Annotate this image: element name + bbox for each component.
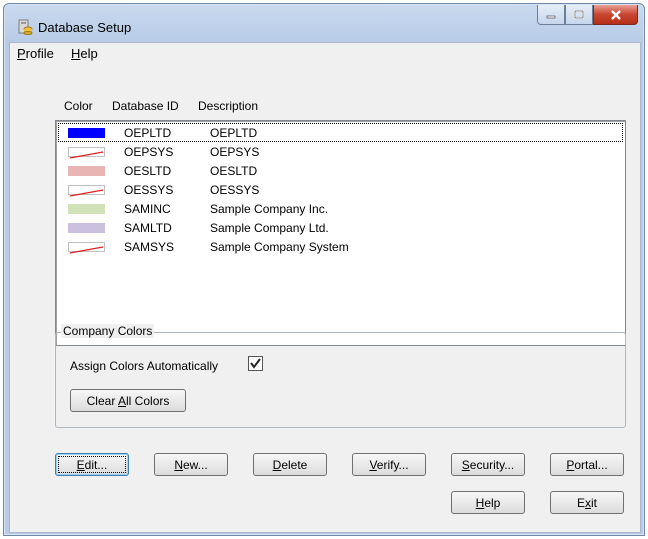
- delete-button[interactable]: Delete: [253, 453, 327, 476]
- list-item[interactable]: SAMSYS Sample Company System: [58, 237, 623, 256]
- no-color-slash-icon: [69, 189, 104, 197]
- description-cell: OESLTD: [210, 164, 258, 178]
- list-item[interactable]: OEPSYS OEPSYS: [58, 142, 623, 161]
- close-button[interactable]: [593, 5, 638, 25]
- security-button[interactable]: Security...: [451, 453, 525, 476]
- column-header-color: Color: [64, 99, 93, 113]
- help-button[interactable]: Help: [451, 491, 525, 514]
- no-color-swatch: [68, 147, 105, 159]
- exit-button[interactable]: Exit: [550, 491, 624, 514]
- title-bar[interactable]: Database Setup: [4, 4, 644, 41]
- description-cell: Sample Company Ltd.: [210, 221, 329, 235]
- list-item[interactable]: OESLTD OESLTD: [58, 161, 623, 180]
- database-list[interactable]: OEPLTD OEPLTD OEPSYS OEPSYS OESLTD OESLTD OESS…: [55, 120, 626, 346]
- window-title: Database Setup: [38, 20, 132, 35]
- focus-indicator: [58, 456, 126, 473]
- menu-bar: Profile Help: [10, 43, 640, 63]
- database-icon: [18, 19, 33, 35]
- portal-button[interactable]: Portal...: [550, 453, 624, 476]
- checkmark-icon: [250, 358, 261, 369]
- column-header-database-id: Database ID: [112, 99, 179, 113]
- menu-profile[interactable]: Profile: [17, 46, 54, 61]
- list-item[interactable]: OESSYS OESSYS: [58, 180, 623, 199]
- minimize-button[interactable]: [537, 5, 565, 25]
- database-id-cell: SAMLTD: [124, 221, 172, 235]
- color-swatch: [68, 204, 105, 214]
- list-item[interactable]: OEPLTD OEPLTD: [58, 123, 623, 142]
- database-id-cell: SAMINC: [124, 202, 171, 216]
- color-swatch: [68, 166, 105, 176]
- color-swatch: [68, 128, 105, 138]
- database-setup-window: Database Setup Profile Help Color Databa…: [3, 3, 645, 536]
- color-swatch: [68, 223, 105, 233]
- list-item[interactable]: SAMLTD Sample Company Ltd.: [58, 218, 623, 237]
- maximize-icon: [574, 9, 584, 19]
- menu-help[interactable]: Help: [71, 46, 98, 61]
- list-item[interactable]: SAMINC Sample Company Inc.: [58, 199, 623, 218]
- description-cell: Sample Company System: [210, 240, 349, 254]
- column-header-description: Description: [198, 99, 259, 113]
- new-button[interactable]: New...: [154, 453, 228, 476]
- clear-all-colors-button[interactable]: Clear All Colors: [70, 389, 186, 412]
- no-color-swatch: [68, 185, 105, 197]
- description-cell: OEPSYS: [210, 145, 260, 159]
- no-color-slash-icon: [69, 246, 104, 254]
- assign-colors-label: Assign Colors Automatically: [70, 359, 219, 373]
- verify-button[interactable]: Verify...: [352, 453, 426, 476]
- client-area: Profile Help Color Database ID Descripti…: [9, 42, 641, 533]
- database-id-cell: OESLTD: [124, 164, 172, 178]
- edit-button[interactable]: Edit...: [55, 453, 129, 476]
- assign-colors-checkbox[interactable]: [248, 356, 263, 371]
- description-cell: OESSYS: [210, 183, 260, 197]
- minimize-icon: [546, 15, 556, 18]
- database-id-cell: OEPSYS: [124, 145, 174, 159]
- database-id-cell: OEPLTD: [124, 126, 172, 140]
- maximize-button[interactable]: [565, 5, 593, 25]
- database-id-cell: SAMSYS: [124, 240, 175, 254]
- company-colors-title: Company Colors: [61, 324, 155, 338]
- no-color-slash-icon: [69, 151, 104, 159]
- description-cell: OEPLTD: [210, 126, 258, 140]
- database-id-cell: OESSYS: [124, 183, 174, 197]
- company-colors-group: [55, 332, 626, 428]
- close-icon: [610, 9, 621, 20]
- no-color-swatch: [68, 242, 105, 254]
- description-cell: Sample Company Inc.: [210, 202, 329, 216]
